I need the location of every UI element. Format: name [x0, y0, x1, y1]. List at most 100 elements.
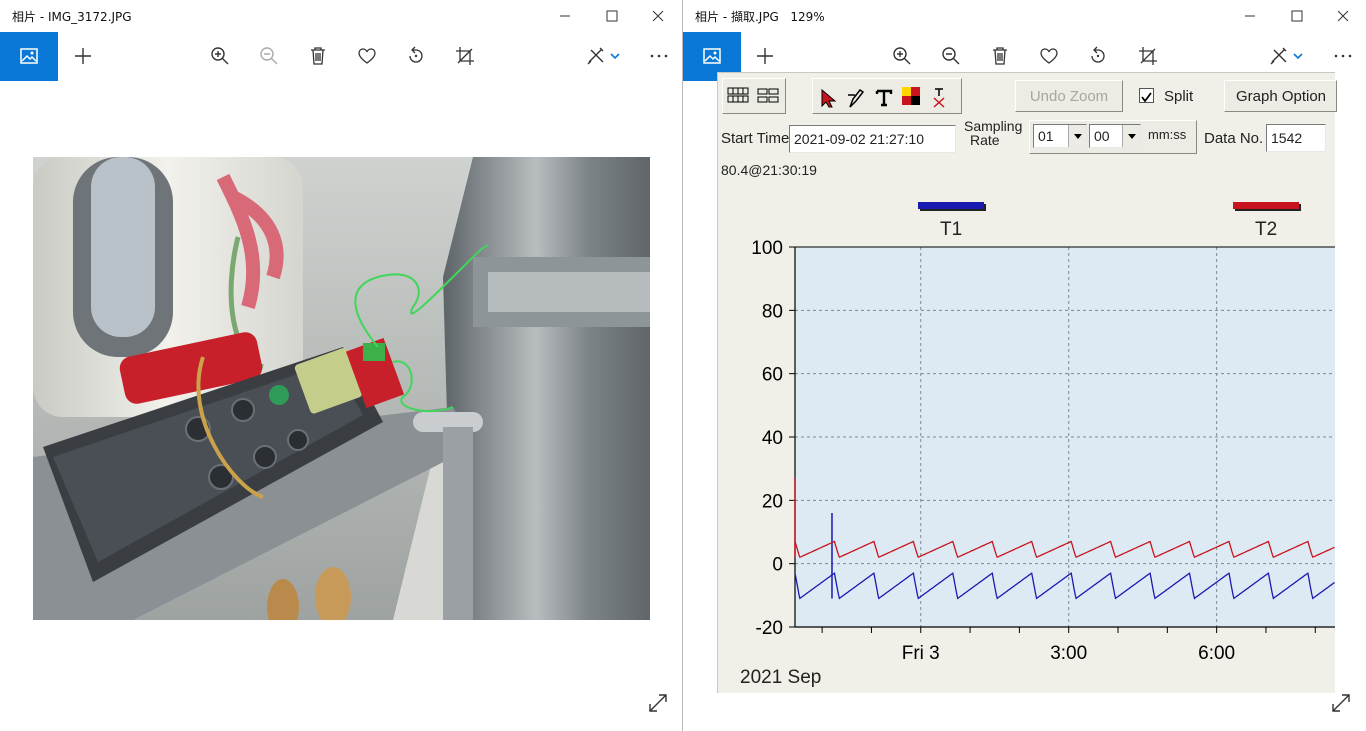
- photos-window-right: 相片 - 擷取.JPG 129% Undo Zoom Split Graph O…: [683, 0, 1366, 731]
- graph-option-button[interactable]: Graph Option: [1224, 80, 1337, 112]
- temperature-chart: 100 80 60 40 20 0 -20 Fri 3 3:00 6:00: [751, 238, 1335, 664]
- view-mode-group: [722, 78, 786, 114]
- minimize-button[interactable]: [542, 0, 588, 32]
- more-button[interactable]: [1331, 44, 1355, 68]
- tool-group: [812, 78, 962, 114]
- start-time-label: Start Time: [721, 130, 790, 147]
- start-time-value: 2021-09-02 21:27:10: [794, 131, 924, 147]
- edit-create-button[interactable]: [585, 44, 620, 68]
- text-tool-icon[interactable]: [875, 89, 893, 107]
- chevron-down-icon: [1122, 125, 1140, 147]
- minimize-icon: [560, 15, 570, 17]
- list-view-icon[interactable]: [757, 88, 779, 104]
- rate-minutes-value: 01: [1038, 128, 1054, 144]
- data-no-label: Data No.: [1204, 130, 1264, 147]
- data-no-field[interactable]: 1542: [1266, 124, 1326, 152]
- zoom-in-button[interactable]: [208, 44, 232, 68]
- split-checkbox[interactable]: [1139, 88, 1154, 103]
- fullscreen-icon[interactable]: [647, 692, 669, 714]
- x-tick-label: Fri 3: [902, 643, 940, 664]
- maximize-button[interactable]: [1274, 0, 1320, 32]
- delete-button[interactable]: [988, 44, 1012, 68]
- rate-seconds-value: 00: [1094, 128, 1110, 144]
- color-tool-icon[interactable]: [901, 86, 921, 106]
- data-no-value: 1542: [1271, 130, 1303, 146]
- year-month-label: 2021 Sep: [740, 667, 822, 688]
- y-tick-label: 40: [762, 428, 783, 449]
- maximize-button[interactable]: [589, 0, 635, 32]
- photo-image: [33, 157, 650, 620]
- pointer-icon[interactable]: [819, 88, 839, 108]
- zoom-in-icon: [893, 47, 911, 65]
- minimize-button[interactable]: [1227, 0, 1273, 32]
- graph-option-label: Graph Option: [1235, 88, 1327, 105]
- rotate-button[interactable]: [1086, 44, 1110, 68]
- rotate-button[interactable]: [404, 44, 428, 68]
- add-button[interactable]: [753, 44, 777, 68]
- x-tick-label: 3:00: [1050, 643, 1087, 664]
- title-bar: 相片 - IMG_3172.JPG: [0, 0, 682, 32]
- crop-icon: [1139, 47, 1157, 65]
- graph-app-screenshot: Undo Zoom Split Graph Option Start Time …: [717, 72, 1337, 693]
- delete-icon: [311, 47, 325, 65]
- x-tick-label: 6:00: [1198, 643, 1235, 664]
- close-button[interactable]: [635, 0, 681, 32]
- zoom-out-button[interactable]: [939, 44, 963, 68]
- minimize-icon: [1245, 15, 1255, 17]
- undo-zoom-label: Undo Zoom: [1029, 88, 1109, 105]
- see-all-photos-button[interactable]: [0, 32, 58, 81]
- favorite-button[interactable]: [355, 44, 379, 68]
- more-icon: [1334, 54, 1352, 58]
- y-tick-label: 80: [762, 301, 783, 322]
- zoom-in-icon: [211, 47, 229, 65]
- more-icon: [650, 54, 668, 58]
- zoom-level: 129%: [790, 10, 825, 24]
- photo-toolbar: [0, 32, 682, 81]
- crop-icon: [456, 47, 474, 65]
- checkmark-icon: [1141, 92, 1152, 103]
- sampling-label: Sampling: [964, 118, 1023, 134]
- y-tick-label: -20: [756, 618, 783, 639]
- rate-seconds-select[interactable]: 00: [1089, 124, 1141, 148]
- delete-button[interactable]: [306, 44, 330, 68]
- window-title-name: 相片 - 擷取.JPG: [695, 10, 779, 24]
- maximize-icon: [1291, 10, 1303, 22]
- favorite-button[interactable]: [1037, 44, 1061, 68]
- y-tick-label: 20: [762, 491, 783, 512]
- crop-button[interactable]: [1136, 44, 1160, 68]
- add-button[interactable]: [71, 44, 95, 68]
- edit-create-button[interactable]: [1268, 44, 1303, 68]
- zoom-out-icon: [942, 47, 960, 65]
- zoom-out-button[interactable]: [257, 44, 281, 68]
- legend-t1-swatch: [918, 202, 984, 209]
- photos-window-left: 相片 - IMG_3172.JPG: [0, 0, 683, 731]
- edit-icon: [1270, 47, 1303, 65]
- grid-view-icon[interactable]: [727, 87, 749, 103]
- picture-icon: [20, 48, 38, 64]
- chevron-down-icon: [1068, 125, 1086, 147]
- clear-annotation-icon[interactable]: [931, 87, 947, 109]
- picture-icon: [703, 48, 721, 64]
- pen-icon[interactable]: [846, 87, 866, 109]
- fullscreen-icon[interactable]: [1330, 692, 1352, 714]
- rotate-icon: [1091, 46, 1105, 63]
- close-button[interactable]: [1320, 0, 1366, 32]
- zoom-in-button[interactable]: [890, 44, 914, 68]
- crop-button[interactable]: [453, 44, 477, 68]
- close-icon: [1337, 10, 1349, 22]
- maximize-icon: [606, 10, 618, 22]
- add-icon: [757, 48, 773, 64]
- more-button[interactable]: [647, 44, 671, 68]
- zoom-out-icon: [260, 47, 278, 65]
- close-icon: [652, 10, 664, 22]
- delete-icon: [993, 47, 1007, 65]
- cursor-readout: 80.4@21:30:19: [721, 162, 817, 178]
- legend-t2-swatch: [1233, 202, 1299, 209]
- rate-minutes-select[interactable]: 01: [1033, 124, 1087, 148]
- undo-zoom-button[interactable]: Undo Zoom: [1015, 80, 1123, 112]
- split-label: Split: [1164, 88, 1194, 105]
- start-time-field[interactable]: 2021-09-02 21:27:10: [789, 125, 956, 153]
- favorite-icon: [358, 48, 376, 64]
- window-title: 相片 - 擷取.JPG 129%: [695, 8, 825, 25]
- window-title: 相片 - IMG_3172.JPG: [12, 10, 132, 24]
